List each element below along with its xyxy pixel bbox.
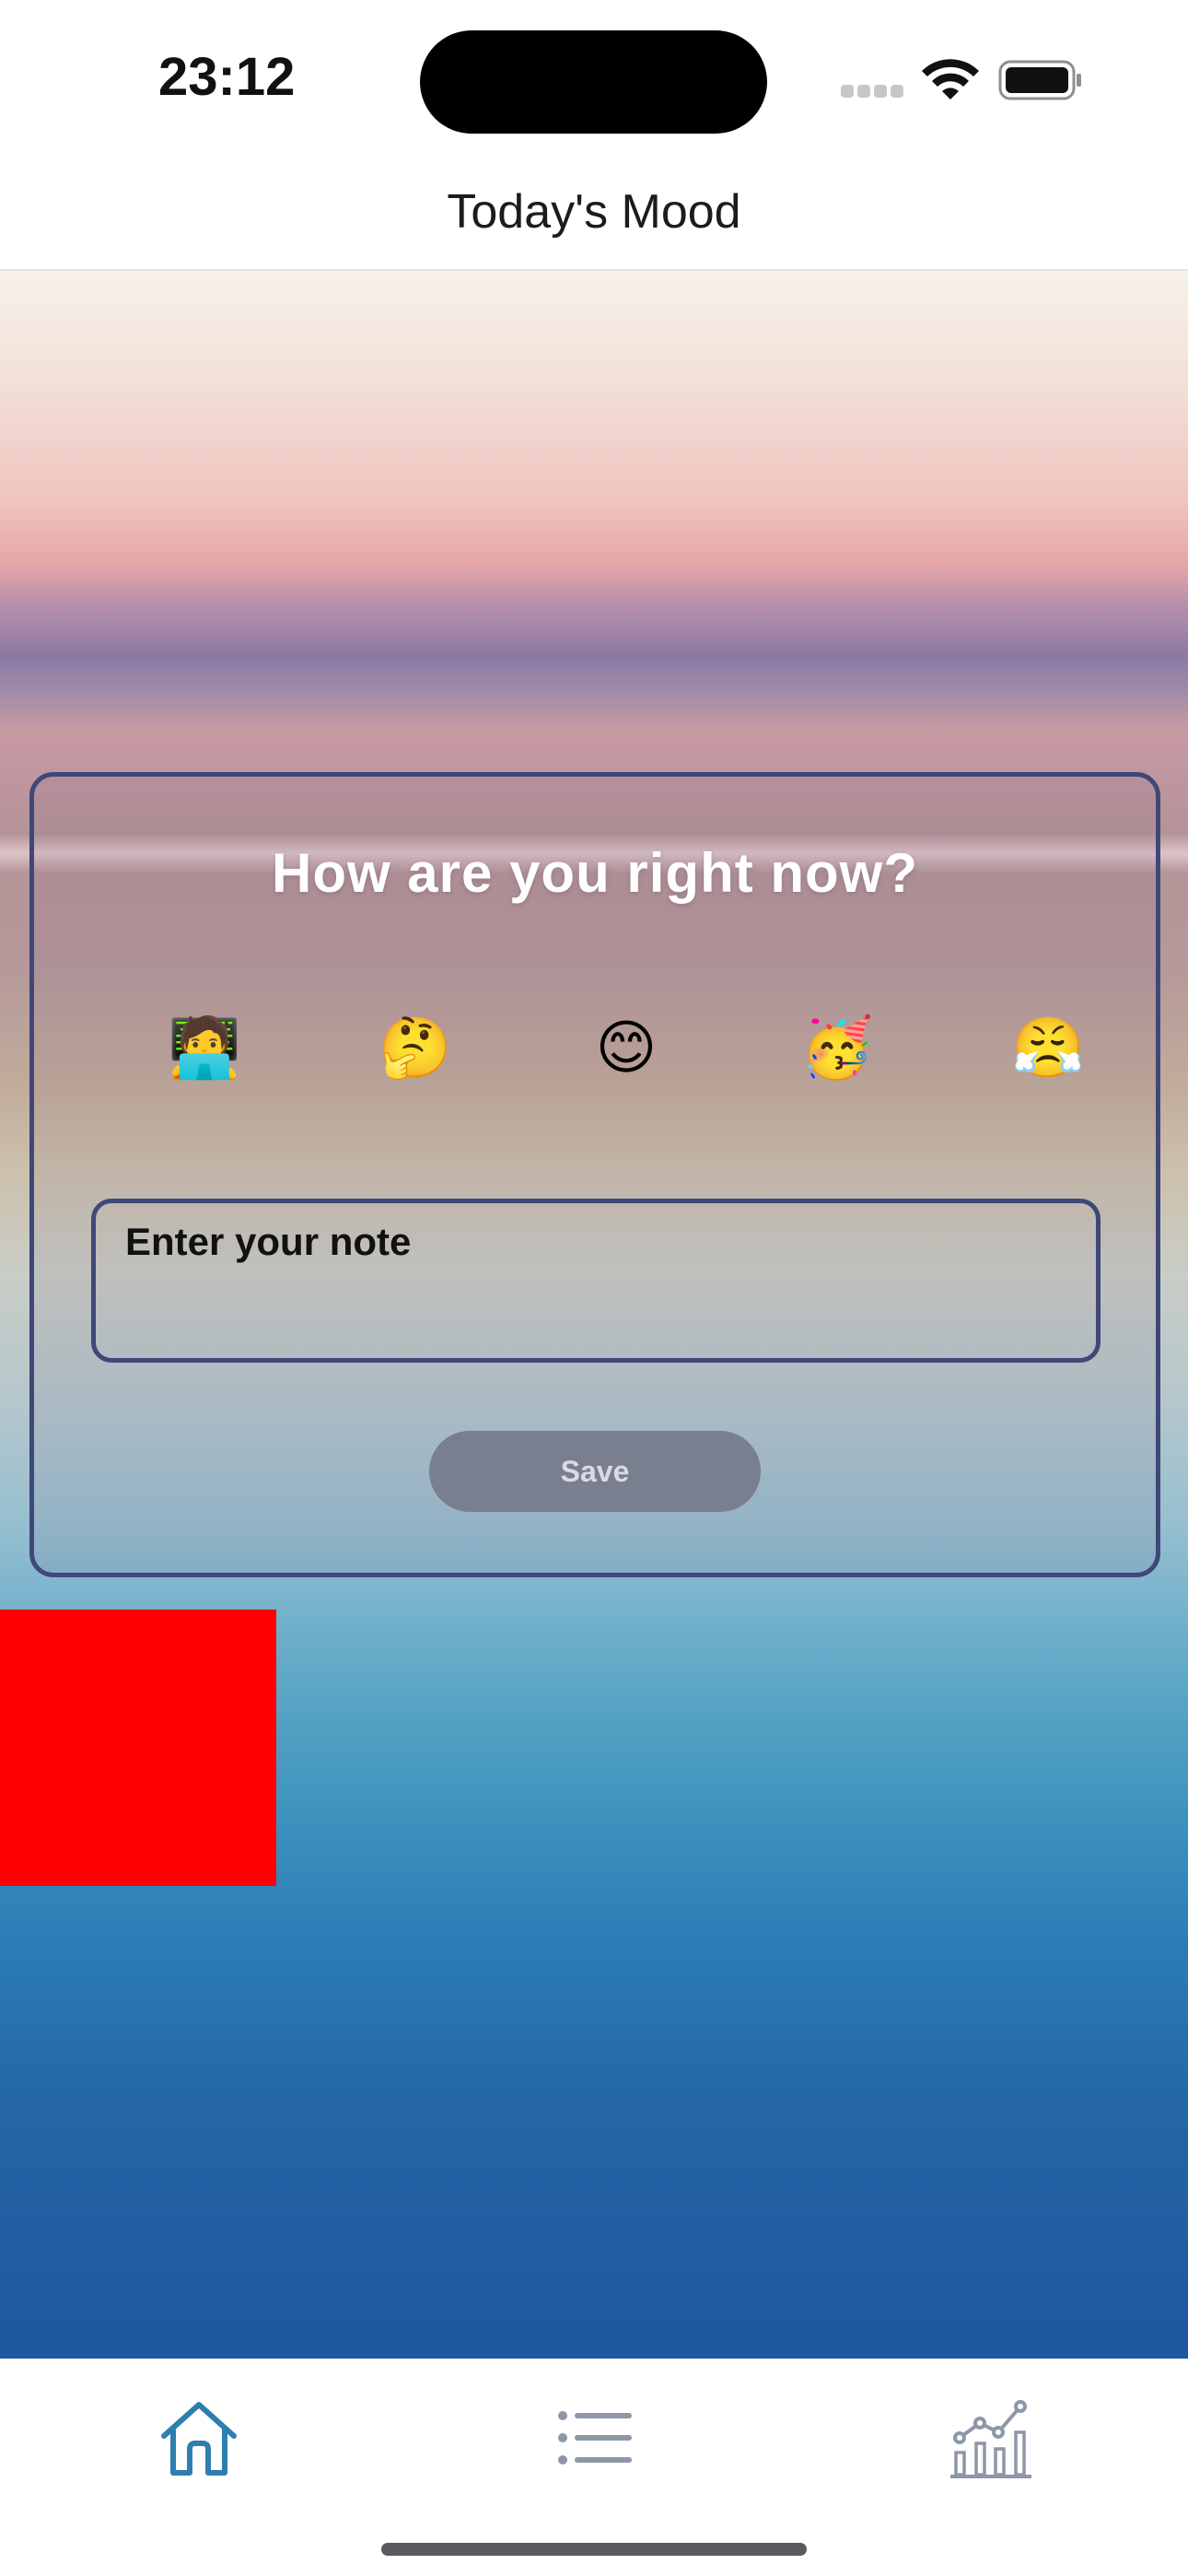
dynamic-island (420, 30, 767, 134)
home-icon[interactable] (153, 2392, 245, 2484)
page-title: Today's Mood (447, 185, 741, 239)
status-time: 23:12 (158, 47, 296, 107)
list-icon[interactable] (548, 2392, 640, 2484)
mood-card: How are you right now? 🧑‍💻 🤔 😊 🥳 😤 Enter… (29, 772, 1160, 1577)
battery-icon (998, 60, 1081, 100)
note-placeholder: Enter your note (125, 1220, 412, 1263)
home-indicator[interactable] (381, 2543, 807, 2556)
note-input[interactable]: Enter your note (91, 1199, 1101, 1363)
chart-icon[interactable] (945, 2392, 1037, 2484)
huffing-face-emoji-icon[interactable]: 😤 (1002, 1007, 1094, 1090)
smiling-face-emoji-icon[interactable]: 😊 (580, 1007, 672, 1090)
mood-question: How are you right now? (271, 842, 918, 904)
wifi-icon (922, 59, 979, 100)
technologist-emoji-icon[interactable]: 🧑‍💻 (158, 1007, 250, 1090)
cellular-signal-icon (841, 85, 905, 98)
partying-face-emoji-icon[interactable]: 🥳 (791, 1007, 883, 1090)
save-button[interactable]: Save (429, 1431, 761, 1512)
emoji-row: 🧑‍💻 🤔 😊 🥳 😤 (34, 1007, 1156, 1090)
thinking-face-emoji-icon[interactable]: 🤔 (369, 1007, 461, 1090)
status-bar: 23:12 (0, 0, 1188, 157)
navigation-bar: Today's Mood (0, 157, 1188, 271)
red-square-block (0, 1610, 276, 1886)
